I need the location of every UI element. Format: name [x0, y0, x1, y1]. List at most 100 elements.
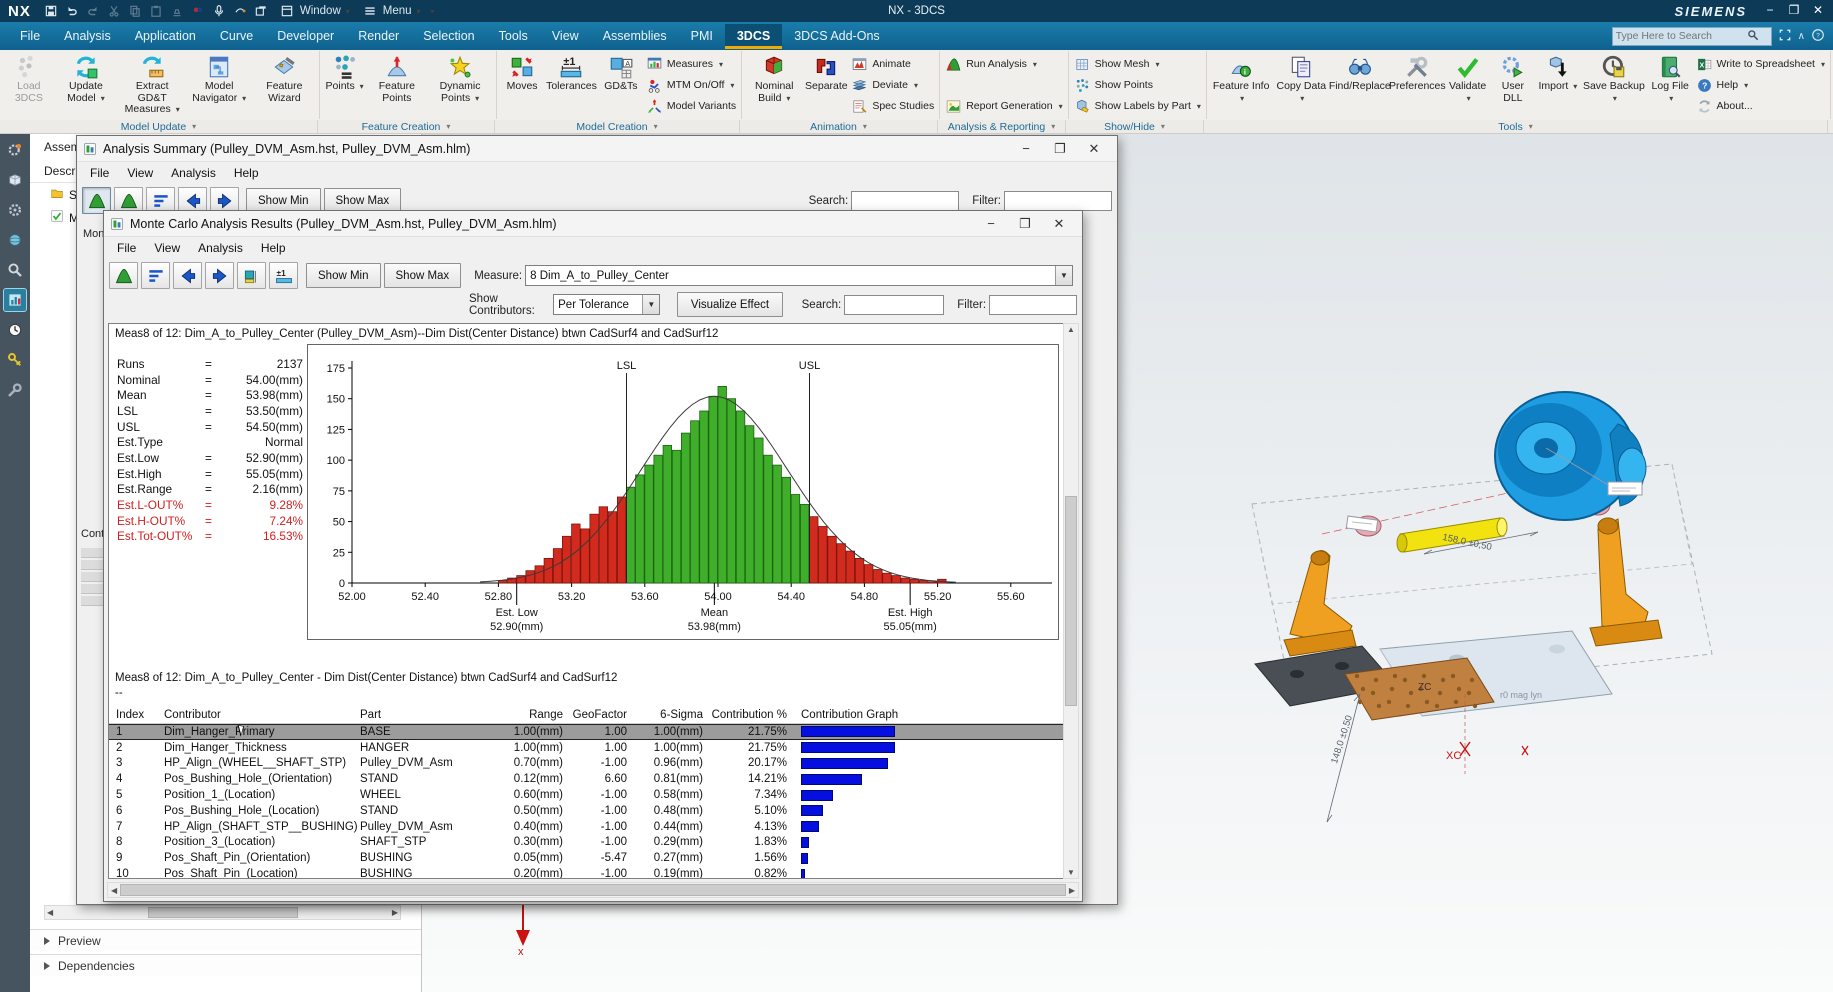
mc-show-min-button[interactable]: Show Min	[306, 263, 381, 288]
mc-horizontal-scrollbar[interactable]: ◀▶	[107, 882, 1079, 898]
ribbon-button-feature-points[interactable]: Feature Points	[368, 52, 426, 106]
ribbon-button-update-model[interactable]: Update Model ▾	[54, 52, 119, 106]
ribbon-button-write-to-spreadsheet[interactable]: XWrite to Spreadsheet▾	[1696, 54, 1825, 74]
mc-menu-help[interactable]: Help	[252, 238, 295, 258]
part-navigator-icon[interactable]	[4, 229, 26, 251]
save-icon[interactable]	[41, 2, 61, 20]
command-search[interactable]	[1612, 27, 1772, 46]
constraint-icon[interactable]	[4, 199, 26, 221]
redo-icon[interactable]	[83, 2, 103, 20]
summary-close-button[interactable]: ✕	[1077, 138, 1111, 160]
menu-3dcs-add-ons[interactable]: 3DCS Add-Ons	[782, 24, 891, 49]
ribbon-button-show-mesh[interactable]: Show Mesh▾	[1074, 54, 1201, 74]
stamp-icon[interactable]	[167, 2, 187, 20]
ribbon-button-preferences[interactable]: Preferences	[1390, 52, 1444, 95]
app-close-button[interactable]: ✕	[1807, 2, 1829, 20]
menu-file[interactable]: File	[8, 24, 52, 49]
contributor-row-10[interactable]: 10Pos_Shaft_Pin_(Location)BUSHING0.20(mm…	[109, 866, 1063, 879]
contributor-row-6[interactable]: 6Pos_Bushing_Hole_(Location)STAND0.50(mm…	[109, 803, 1063, 819]
ribbon-button-dynamic-points[interactable]: Dynamic Points ▾	[427, 52, 493, 106]
help-icon[interactable]: ?	[1811, 28, 1825, 45]
dropdown-arrow-icon[interactable]: ▼	[1055, 266, 1072, 285]
tools-panel-icon[interactable]	[4, 379, 26, 401]
ribbon-button-show-points[interactable]: Show Points	[1074, 75, 1201, 95]
mc-minimize-button[interactable]: −	[974, 213, 1008, 235]
dependencies-section[interactable]: Dependencies	[30, 954, 421, 976]
reuse-library-icon[interactable]	[4, 349, 26, 371]
minimize-ribbon-icon[interactable]: ∧	[1798, 31, 1805, 42]
mc-menu-view[interactable]: View	[145, 238, 189, 258]
menu-curve[interactable]: Curve	[208, 24, 265, 49]
contributor-row-8[interactable]: 8Position_3_(Location)SHAFT_STP0.30(mm)-…	[109, 835, 1063, 851]
ribbon-button-spec-studies[interactable]: Spec Studies	[851, 96, 934, 116]
ribbon-button-validate[interactable]: Validate ▾	[1445, 52, 1489, 106]
dcs-panel-icon[interactable]	[4, 289, 26, 311]
app-minimize-button[interactable]: −	[1759, 2, 1781, 20]
group-label-animation[interactable]: Animation▾	[740, 120, 938, 133]
mc-search-field[interactable]	[844, 295, 944, 315]
summary-menu-view[interactable]: View	[118, 163, 162, 183]
copy-icon[interactable]	[125, 2, 145, 20]
undo-icon[interactable]	[62, 2, 82, 20]
mc-menu-analysis[interactable]: Analysis	[189, 238, 252, 258]
tolerance-display-icon[interactable]: ±1	[269, 262, 298, 289]
prev-measure-icon[interactable]	[173, 262, 202, 289]
mc-maximize-button[interactable]: ❐	[1008, 213, 1042, 235]
group-label-tools[interactable]: Tools▾	[1204, 120, 1828, 133]
group-label-analysis-reporting[interactable]: Analysis & Reporting▾	[938, 120, 1066, 133]
contributor-row-9[interactable]: 9Pos_Shaft_Pin_(Orientation)BUSHING0.05(…	[109, 850, 1063, 866]
paste-icon[interactable]	[146, 2, 166, 20]
summary-filter-field[interactable]	[1004, 191, 1112, 211]
ribbon-button-deviate[interactable]: Deviate▾	[851, 75, 934, 95]
fullscreen-icon[interactable]	[1778, 28, 1792, 45]
ribbon-button-save-backup[interactable]: Save Backup ▾	[1581, 52, 1647, 106]
menu-tools[interactable]: Tools	[487, 24, 540, 49]
group-label-model-update[interactable]: Model Update▾	[0, 120, 318, 133]
menu-dropdown[interactable]: Menu▾🞃	[356, 2, 439, 20]
group-label-show-hide[interactable]: Show/Hide▾	[1066, 120, 1204, 133]
ribbon-button-user-dll[interactable]: User DLL	[1491, 52, 1535, 106]
menu-developer[interactable]: Developer	[265, 24, 346, 49]
ribbon-button-moves[interactable]: Moves	[500, 52, 544, 95]
assembly-navigator-icon[interactable]	[4, 169, 26, 191]
ribbon-button-nominal-build[interactable]: Nominal Build ▾	[745, 52, 803, 106]
cascade-icon[interactable]	[251, 2, 271, 20]
menu-application[interactable]: Application	[123, 24, 208, 49]
contributor-row-1[interactable]: 1Dim_Hanger_PrimaryBASE1.00(mm)1.001.00(…	[109, 724, 1063, 740]
checkbox-checked-icon[interactable]	[50, 209, 64, 226]
mc-close-button[interactable]: ✕	[1042, 213, 1076, 235]
history-icon[interactable]	[4, 319, 26, 341]
ribbon-button-log-file[interactable]: Log File ▾	[1648, 52, 1693, 106]
gesture-icon[interactable]	[230, 2, 250, 20]
ribbon-button-gd-ts[interactable]: AGD&Ts	[599, 52, 643, 95]
mc-menu-file[interactable]: File	[108, 238, 145, 258]
mc-filter-field[interactable]	[989, 295, 1077, 315]
ribbon-button-extract-gd-t-measures[interactable]: Extract GD&T Measures ▾	[119, 52, 185, 118]
ribbon-button-animate[interactable]: Animate	[851, 54, 934, 74]
summary-titlebar[interactable]: Analysis Summary (Pulley_DVM_Asm.hst, Pu…	[77, 136, 1117, 162]
menu-3dcs[interactable]: 3DCS	[725, 24, 782, 49]
mc-show-max-button[interactable]: Show Max	[384, 263, 462, 288]
ribbon-button-mtm-on-off[interactable]: MTM On/Off▾	[646, 75, 736, 95]
contributor-row-2[interactable]: 2Dim_Hanger_ThicknessHANGER1.00(mm)1.001…	[109, 740, 1063, 756]
group-label-model-creation[interactable]: Model Creation▾	[495, 120, 740, 133]
gear-badge-icon[interactable]	[4, 139, 26, 161]
sort-icon[interactable]	[141, 262, 170, 289]
menu-analysis[interactable]: Analysis	[52, 24, 123, 49]
group-label-feature-creation[interactable]: Feature Creation▾	[318, 120, 495, 133]
summary-menu-help[interactable]: Help	[225, 163, 268, 183]
ribbon-button-tolerances[interactable]: ±1Tolerances	[545, 52, 598, 95]
ribbon-button-model-navigator[interactable]: Model Navigator ▾	[186, 52, 252, 106]
search-panel-icon[interactable]	[4, 259, 26, 281]
contributors-dropdown[interactable]: Per Tolerance ▼	[553, 294, 660, 315]
contributor-row-7[interactable]: 7HP_Align_(SHAFT_STP__BUSHING)Pulley_DVM…	[109, 819, 1063, 835]
ribbon-button-show-labels-by-part[interactable]: Show Labels by Part▾	[1074, 96, 1201, 116]
summary-minimize-button[interactable]: −	[1009, 138, 1043, 160]
menu-assemblies[interactable]: Assemblies	[591, 24, 679, 49]
measure-display-icon[interactable]	[237, 262, 266, 289]
ribbon-button-about[interactable]: About...	[1696, 96, 1825, 116]
ribbon-button-feature-info[interactable]: iFeature Info ▾	[1210, 52, 1272, 106]
summary-maximize-button[interactable]: ❐	[1043, 138, 1077, 160]
ribbon-button-help[interactable]: ?Help▾	[1696, 75, 1825, 95]
preview-section[interactable]: Preview	[30, 929, 421, 951]
